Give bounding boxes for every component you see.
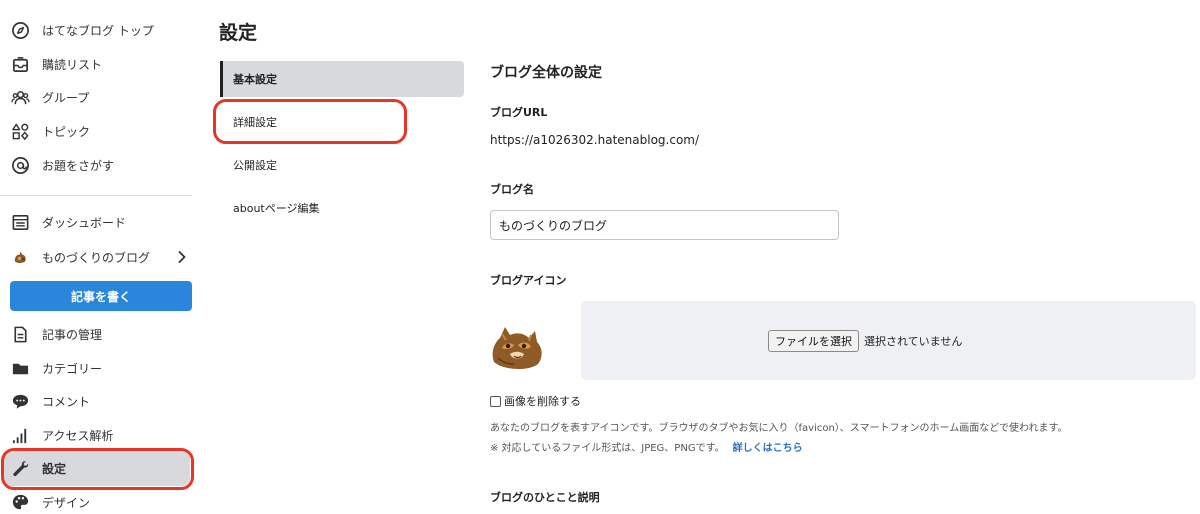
blog-selector[interactable]: ものづくりのブログ xyxy=(0,240,200,274)
delete-image-label: 画像を削除する xyxy=(504,395,581,408)
blog-icon-image xyxy=(488,318,546,372)
shapes-icon xyxy=(10,121,30,141)
folder-icon xyxy=(10,358,30,378)
tab-publish-settings[interactable]: 公開設定 xyxy=(220,147,464,183)
sidebar-item-label: 記事の管理 xyxy=(42,327,103,342)
blog-description-label: ブログのひとこと説明 xyxy=(490,491,600,504)
sidebar-item-manage-articles[interactable]: 記事の管理 xyxy=(0,317,200,351)
icon-help-text: あなたのブログを表すアイコンです。ブラウザのタブやお気に入り（favicon）、… xyxy=(490,423,1068,434)
group-icon xyxy=(10,87,30,107)
more-info-link[interactable]: 詳しくはこちら xyxy=(733,439,803,454)
blog-selector-label: ものづくりのブログ xyxy=(42,250,151,265)
sidebar-item-dashboard[interactable]: ダッシュボード xyxy=(0,205,200,239)
sidebar-item-label: 購読リスト xyxy=(42,57,103,72)
sidebar: はてなブログ トップ 購読リスト グループ トピック お題をさがす ダッシュボー… xyxy=(0,0,200,514)
palette-icon xyxy=(10,492,30,512)
section-title: ブログ全体の設定 xyxy=(490,65,602,81)
sidebar-item-label: アクセス解析 xyxy=(42,428,114,443)
at-sign-icon xyxy=(10,155,30,175)
choose-file-button[interactable]: ファイルを選択 xyxy=(768,330,859,352)
blog-icon-label: ブログアイコン xyxy=(490,274,567,287)
sidebar-item-label: カテゴリー xyxy=(42,361,103,376)
tab-basic-settings[interactable]: 基本設定 xyxy=(220,61,464,97)
blog-name-field[interactable] xyxy=(490,210,839,240)
blog-name-label: ブログ名 xyxy=(490,183,534,196)
sidebar-item-subscriptions[interactable]: 購読リスト xyxy=(0,47,200,81)
sidebar-item-comments[interactable]: コメント xyxy=(0,384,200,418)
blog-avatar-icon xyxy=(10,247,30,267)
sidebar-item-label: お題をさがす xyxy=(42,158,115,173)
page-title: 設定 xyxy=(219,22,258,44)
sidebar-item-categories[interactable]: カテゴリー xyxy=(0,351,200,385)
format-note: ※ 対応しているファイル形式は、JPEG、PNGです。 詳しくはこちら xyxy=(490,439,803,454)
highlight-annotation-settings xyxy=(1,448,194,490)
comment-icon xyxy=(10,391,30,411)
compass-icon xyxy=(10,20,30,40)
sidebar-item-design[interactable]: デザイン xyxy=(0,485,200,514)
delete-image-checkbox[interactable] xyxy=(490,395,501,407)
sidebar-divider xyxy=(0,195,192,196)
sidebar-item-label: ダッシュボード xyxy=(42,215,127,230)
file-status-text: 選択されていません xyxy=(864,335,963,348)
sidebar-item-find-topics[interactable]: お題をさがす xyxy=(0,148,200,182)
document-icon xyxy=(10,324,30,344)
sidebar-item-analytics[interactable]: アクセス解析 xyxy=(0,418,200,452)
sidebar-item-label: デザイン xyxy=(42,495,91,510)
sidebar-item-groups[interactable]: グループ xyxy=(0,80,200,114)
chevron-right-icon xyxy=(177,250,187,264)
bar-signal-icon xyxy=(10,425,30,445)
sidebar-item-label: トピック xyxy=(42,124,91,139)
delete-image-option[interactable]: 画像を削除する xyxy=(490,393,581,409)
sidebar-item-label: はてなブログ トップ xyxy=(42,23,154,38)
tab-about-page[interactable]: aboutページ編集 xyxy=(220,190,464,226)
highlight-annotation-advanced xyxy=(213,99,407,144)
dashboard-icon xyxy=(10,212,30,232)
sidebar-item-hatena-top[interactable]: はてなブログ トップ xyxy=(0,13,200,47)
blog-url-label: ブログURL xyxy=(490,106,548,119)
format-note-text: ※ 対応しているファイル形式は、JPEG、PNGです。 xyxy=(490,443,725,454)
sidebar-item-label: グループ xyxy=(42,90,90,105)
blog-url-value: https://a1026302.hatenablog.com/ xyxy=(490,133,700,147)
inbox-icon xyxy=(10,54,30,74)
sidebar-item-label: コメント xyxy=(42,394,91,409)
sidebar-item-topics[interactable]: トピック xyxy=(0,114,200,148)
write-article-button[interactable]: 記事を書く xyxy=(10,281,192,311)
